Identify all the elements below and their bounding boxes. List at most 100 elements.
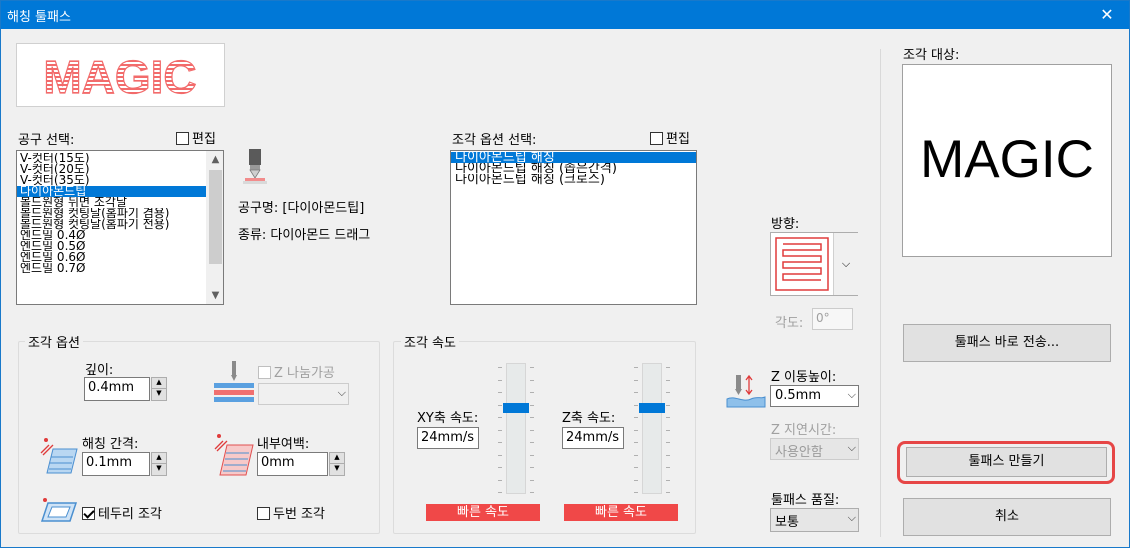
direction-label: 방향: (771, 217, 800, 232)
list-item[interactable]: V-컷터(35도) (17, 175, 223, 186)
slider-tick (634, 417, 638, 418)
z-split-checkbox[interactable]: Z 나눔가공 (258, 362, 335, 381)
tool-list[interactable]: V-컷터(15도) V-컷터(20도) V-컷터(35도) 다이아몬드팁 볼드원… (16, 150, 224, 305)
slider-tick (634, 467, 638, 468)
slider-tick (498, 417, 502, 418)
list-item[interactable]: 다이아몬드팁 해칭 (좁은간격) (451, 163, 696, 174)
tool-list-items: V-컷터(15도) V-컷터(20도) V-컷터(35도) 다이아몬드팁 볼드원… (17, 151, 223, 274)
slider-tick (498, 442, 502, 443)
border-engrave-checkbox[interactable]: 테두리 조각 (82, 503, 162, 522)
logo-text: MAGIC (43, 51, 196, 103)
list-item[interactable]: 엔드밀 0.7Ø (17, 263, 223, 274)
inner-margin-spinner[interactable]: ▲ ▼ (329, 452, 345, 476)
slider-tick (498, 454, 502, 456)
vertical-divider (880, 49, 881, 537)
chevron-down-icon: ⌵ (337, 386, 346, 399)
target-preview: MAGIC (902, 64, 1112, 257)
slider-tick (634, 429, 638, 431)
list-item[interactable]: V-컷터(20도) (17, 164, 223, 175)
border-engrave-label: 테두리 조각 (98, 507, 162, 522)
tool-edit-checkbox-box[interactable] (176, 132, 189, 145)
tool-name-text: 공구명: [다이아몬드팁] (238, 201, 365, 216)
hatch-gap-spinner[interactable]: ▲ ▼ (151, 452, 167, 476)
depth-spinner[interactable]: ▲ ▼ (151, 377, 167, 401)
slider-tick (498, 379, 502, 381)
double-engrave-checkbox-box[interactable] (257, 507, 270, 520)
inner-margin-input[interactable]: 0mm (257, 452, 328, 476)
slider-tick (634, 379, 638, 381)
z-split-label: Z 나눔가공 (274, 366, 335, 381)
xy-speed-input[interactable]: 24mm/s (417, 427, 479, 449)
direction-combo[interactable]: ⌵ (770, 232, 858, 296)
engrave-option-select-label: 조각 옵션 선택: (452, 133, 537, 148)
target-text: MAGIC (920, 130, 1094, 189)
z-move-height-label: Z 이동높이: (771, 370, 837, 385)
slider-tick (666, 442, 670, 443)
inner-margin-icon (213, 431, 255, 477)
z-delay-label: Z 지연시간: (771, 423, 837, 438)
slider-tick (634, 404, 638, 406)
z-speed-slider-thumb[interactable] (639, 403, 665, 413)
chevron-down-icon[interactable]: ⌵ (833, 233, 858, 295)
cancel-button[interactable]: 취소 (903, 498, 1111, 536)
z-delay-combo[interactable]: 사용안함 ⌵ (770, 438, 859, 460)
slider-tick (498, 404, 502, 406)
quality-label: 툴패스 품질: (771, 493, 840, 508)
diamond-tip-tool-icon (242, 147, 268, 187)
list-item[interactable]: 볼드원형 컷팅날(홈파기 전용) (17, 219, 223, 230)
double-engrave-checkbox[interactable]: 두번 조각 (257, 503, 325, 522)
title-bar: 해칭 툴패스 ✕ (1, 1, 1129, 29)
slider-tick (666, 379, 670, 381)
angle-input[interactable]: 0° (812, 308, 853, 330)
list-item[interactable]: 엔드밀 0.5Ø (17, 241, 223, 252)
z-move-height-icon (725, 373, 767, 411)
list-item[interactable]: V-컷터(15도) (17, 153, 223, 164)
double-engrave-label: 두번 조각 (273, 507, 325, 522)
list-item[interactable]: 볼드원형 뒤면 조각날 (17, 197, 223, 208)
z-speed-input[interactable]: 24mm/s (562, 427, 624, 449)
z-move-height-combo[interactable]: 0.5mm ⌵ (770, 385, 859, 407)
list-item[interactable]: 볼드원형 컷팅날(홈파기 겸용) (17, 208, 223, 219)
tool-preview-box: MAGIC (16, 43, 225, 107)
z-delay-value: 사용안함 (775, 445, 823, 460)
z-split-checkbox-box[interactable] (258, 366, 271, 379)
slider-tick (498, 367, 502, 368)
tool-type-text: 종류: 다이아몬드 드래그 (238, 228, 371, 243)
border-engrave-icon (40, 495, 78, 523)
angle-label: 각도: (775, 316, 804, 331)
quality-combo[interactable]: 보통 ⌵ (770, 508, 859, 532)
xy-speed-slider-thumb[interactable] (503, 403, 529, 413)
option-edit-checkbox-box[interactable] (650, 132, 663, 145)
close-icon[interactable]: ✕ (1085, 1, 1129, 29)
scroll-thumb[interactable] (209, 170, 222, 264)
list-item[interactable]: 엔드밀 0.6Ø (17, 252, 223, 263)
tool-edit-checkbox[interactable]: 편집 (176, 128, 216, 147)
xy-speed-slider[interactable] (506, 363, 526, 494)
list-item-selected[interactable]: 다이아몬드팁 (17, 186, 223, 197)
slider-tick (666, 492, 670, 493)
list-item[interactable]: 엔드밀 0.4Ø (17, 230, 223, 241)
z-speed-slider[interactable] (642, 363, 662, 494)
option-edit-checkbox[interactable]: 편집 (650, 128, 690, 147)
send-toolpath-button[interactable]: 툴패스 바로 전송... (903, 324, 1111, 362)
make-toolpath-button[interactable]: 툴패스 만들기 (906, 447, 1107, 477)
engrave-option-list[interactable]: 다이아몬드팁 해칭 다이아몬드팁 해칭 (좁은간격) 다이아몬드팁 해칭 (크로… (450, 150, 697, 305)
hatch-gap-icon (39, 433, 79, 477)
z-split-combo[interactable]: ⌵ (258, 383, 349, 405)
z-split-icon (214, 359, 254, 403)
depth-input[interactable]: 0.4mm (84, 377, 150, 401)
tool-select-label: 공구 선택: (18, 133, 75, 148)
chevron-down-icon: ⌵ (847, 511, 856, 524)
tool-list-scrollbar[interactable]: ▲ ▼ (206, 151, 223, 304)
slider-tick (530, 367, 534, 368)
border-engrave-checkbox-box[interactable] (82, 507, 95, 520)
z-speed-label: Z축 속도: (562, 411, 616, 426)
slider-tick (530, 429, 534, 431)
scroll-down-icon[interactable]: ▼ (207, 287, 223, 304)
list-item[interactable]: 다이아몬드팁 해칭 (크로스) (451, 174, 696, 185)
slider-tick (530, 392, 534, 393)
list-item-selected[interactable]: 다이아몬드팁 해칭 (451, 152, 696, 163)
slider-tick (498, 392, 502, 393)
hatch-gap-input[interactable]: 0.1mm (82, 452, 150, 476)
scroll-up-icon[interactable]: ▲ (207, 151, 223, 168)
